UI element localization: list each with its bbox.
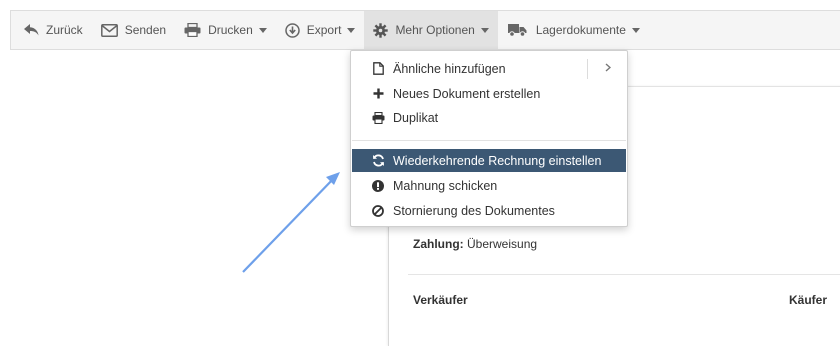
annotation-arrow xyxy=(242,172,340,273)
